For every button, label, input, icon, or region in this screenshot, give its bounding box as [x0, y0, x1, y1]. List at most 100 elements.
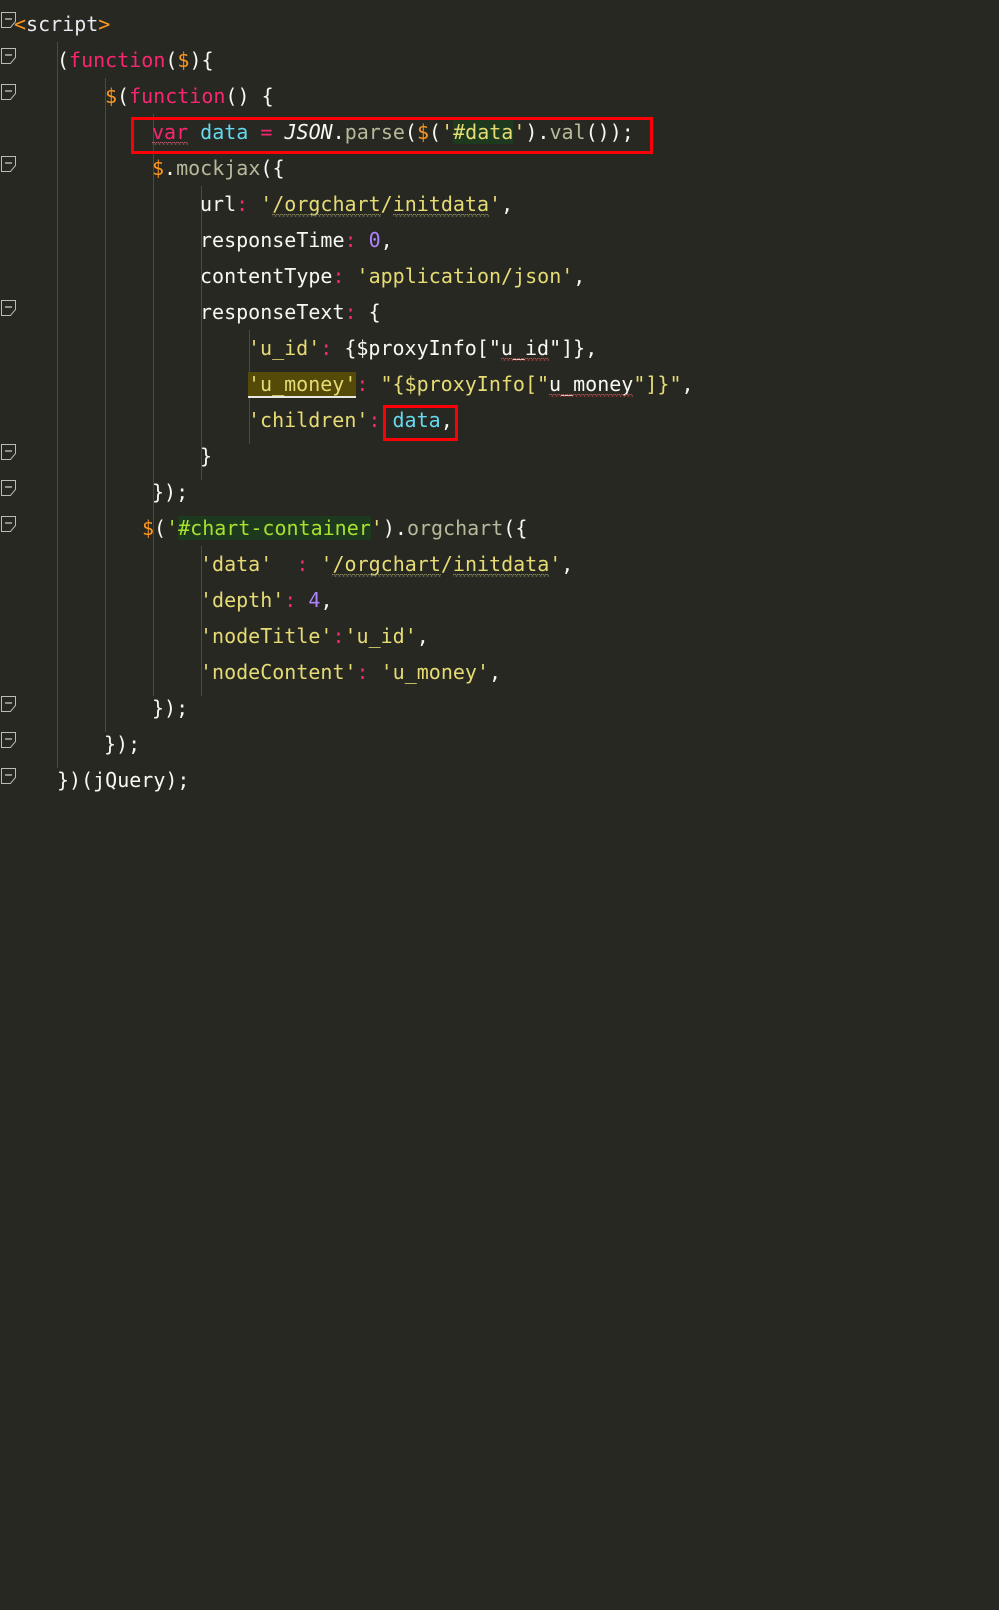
- dot: .: [394, 516, 407, 540]
- key-responseTime: responseTime: [200, 228, 345, 252]
- keyword-function: function: [129, 84, 226, 108]
- code-line[interactable]: responseText: {: [200, 294, 381, 330]
- code-editor[interactable]: <script> (function($){ $(function() { va…: [0, 0, 999, 805]
- paren: (: [117, 84, 130, 108]
- number-depth-value: 4: [308, 588, 321, 612]
- string-application-json: 'application/json': [356, 264, 574, 288]
- quote: ': [441, 120, 454, 144]
- key-nodeTitle: 'nodeTitle': [200, 624, 333, 648]
- code-fold-marker-icon[interactable]: [1, 156, 16, 172]
- selector-chart-container-highlight: #chart-container: [178, 516, 371, 540]
- code-line[interactable]: $.mockjax({: [152, 150, 284, 186]
- code-line[interactable]: 'depth': 4,: [200, 582, 332, 618]
- code-line[interactable]: 'u_id': {$proxyInfo["u_id"]},: [248, 330, 597, 366]
- colon: :: [356, 372, 369, 396]
- code-fold-marker-icon[interactable]: [1, 480, 16, 496]
- code-line-orgchart[interactable]: $('#chart-container').orgchart({: [142, 510, 527, 546]
- brace: }: [200, 444, 213, 468]
- code-fold-marker-icon[interactable]: [1, 516, 16, 532]
- key-data: 'data': [200, 552, 273, 576]
- code-line[interactable]: }: [200, 438, 212, 474]
- code-fold-marker-icon[interactable]: [1, 12, 16, 28]
- code-line[interactable]: });: [104, 726, 140, 762]
- comma: ,: [380, 228, 393, 252]
- value-u-id: 'u_id': [344, 624, 417, 648]
- code-line[interactable]: responseTime: 0,: [200, 222, 393, 258]
- code-line[interactable]: });: [152, 474, 188, 510]
- quote: ': [320, 552, 333, 576]
- path-orgchart: /orgchart: [272, 192, 381, 216]
- key-u-id: 'u_id': [248, 336, 321, 360]
- comma: ,: [489, 660, 502, 684]
- paren: ): [237, 84, 250, 108]
- paren: ): [525, 120, 538, 144]
- comma: ,: [681, 372, 694, 396]
- comma: ,: [585, 336, 598, 360]
- quote: ': [513, 120, 526, 144]
- template-prefix: "{$proxyInfo[": [380, 372, 550, 396]
- code-line-children[interactable]: 'children': data,: [248, 402, 453, 438]
- comma: ,: [561, 552, 574, 576]
- key-u-money-highlight: 'u_money': [248, 372, 357, 398]
- colon: :: [356, 660, 369, 684]
- paren: (: [585, 120, 598, 144]
- code-fold-marker-icon[interactable]: [1, 444, 16, 460]
- jquery-dollar: $: [142, 516, 155, 540]
- indent-guide-1: [57, 42, 58, 768]
- colon: :: [368, 408, 381, 432]
- code-line[interactable]: 'nodeTitle':'u_id',: [200, 618, 429, 654]
- code-line[interactable]: <script>: [14, 6, 110, 42]
- comma: ,: [320, 588, 333, 612]
- key-depth: 'depth': [200, 588, 285, 612]
- code-line[interactable]: contentType: 'application/json',: [200, 258, 585, 294]
- key-children: 'children': [248, 408, 369, 432]
- code-line[interactable]: });: [152, 690, 188, 726]
- close-function-call: });: [104, 732, 141, 756]
- quote: ': [549, 552, 562, 576]
- colon: :: [296, 552, 309, 576]
- paren: ): [189, 48, 202, 72]
- code-line[interactable]: url: '/orgchart/initdata',: [200, 186, 513, 222]
- key-responseText: responseText: [200, 300, 345, 324]
- close-iife: })(jQuery);: [57, 768, 190, 792]
- code-line-var-data[interactable]: var data = JSON.parse($('#data').val());: [152, 114, 634, 150]
- paren: (: [165, 48, 178, 72]
- comma: ,: [416, 624, 429, 648]
- template-prefix: {$proxyInfo[": [344, 336, 501, 360]
- code-line[interactable]: 'data' : '/orgchart/initdata',: [200, 546, 573, 582]
- code-fold-marker-icon[interactable]: [1, 300, 16, 316]
- paren: (: [57, 48, 70, 72]
- code-fold-marker-icon[interactable]: [1, 48, 16, 64]
- code-fold-marker-icon[interactable]: [1, 732, 16, 748]
- dot: .: [164, 156, 177, 180]
- comma: ,: [440, 408, 453, 432]
- paren: (: [154, 516, 167, 540]
- code-fold-marker-icon[interactable]: [1, 768, 16, 784]
- colon: :: [236, 192, 249, 216]
- code-line[interactable]: 'u_money': "{$proxyInfo["u_money"]}",: [248, 366, 694, 402]
- selector-data-highlight: #data: [453, 120, 514, 144]
- code-line[interactable]: })(jQuery);: [57, 762, 189, 798]
- colon: :: [332, 624, 345, 648]
- paren: (: [503, 516, 516, 540]
- semicolon: ;: [621, 120, 634, 144]
- quote: ': [489, 192, 502, 216]
- method-parse: parse: [344, 120, 405, 144]
- value-u-money: 'u_money': [380, 660, 490, 684]
- identifier-data-value: data: [392, 408, 441, 432]
- identifier-JSON: JSON: [284, 120, 333, 144]
- code-fold-marker-icon[interactable]: [1, 84, 16, 100]
- code-line[interactable]: (function($){: [57, 42, 214, 78]
- code-line[interactable]: $(function() {: [105, 78, 274, 114]
- colon: :: [320, 336, 333, 360]
- number-zero: 0: [368, 228, 381, 252]
- fold-gutter[interactable]: [0, 0, 22, 805]
- dot: .: [332, 120, 345, 144]
- jquery-dollar: $: [152, 156, 165, 180]
- code-line[interactable]: 'nodeContent': 'u_money',: [200, 654, 501, 690]
- indent-guide-2: [105, 78, 106, 732]
- code-fold-marker-icon[interactable]: [1, 696, 16, 712]
- brace: {: [261, 84, 274, 108]
- method-val: val: [549, 120, 586, 144]
- brace: {: [272, 156, 285, 180]
